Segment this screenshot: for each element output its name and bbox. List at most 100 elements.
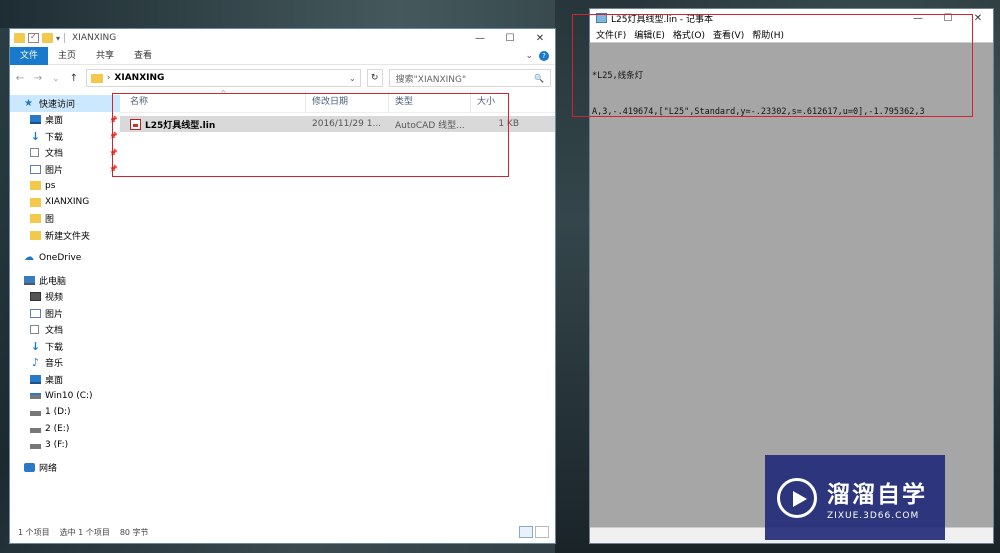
file-type: AutoCAD 线型... (395, 120, 465, 131)
customize-toolbar-icon[interactable]: ▾ (56, 34, 60, 43)
forward-arrow-icon[interactable]: → (32, 73, 44, 84)
large-icons-view-icon[interactable] (535, 526, 549, 538)
menu-format[interactable]: 格式(O) (669, 28, 709, 41)
column-type[interactable]: 类型 (389, 90, 471, 113)
expand-ribbon-icon[interactable]: ⌄ (525, 51, 533, 61)
video-icon (30, 292, 41, 302)
address-dropdown-icon[interactable]: ⌄ (349, 74, 356, 83)
recent-locations-icon[interactable]: ⌄ (50, 74, 62, 83)
menu-edit[interactable]: 编辑(E) (630, 28, 669, 41)
nav-quick-access[interactable]: ★ 快速访问 (10, 95, 120, 112)
nav-item-pc-pictures[interactable]: 图片 (10, 305, 120, 322)
nav-item-ps[interactable]: ps (10, 178, 120, 195)
notepad-text-area[interactable]: *L25,线条灯 A,3,-.419674,["L25",Standard,y=… (590, 43, 993, 145)
picture-icon (30, 164, 41, 174)
minimize-button[interactable]: — (465, 29, 495, 47)
watermark-badge: 溜溜自学 ZIXUE.3D66.COM (765, 455, 945, 540)
tab-home[interactable]: 主页 (48, 47, 86, 65)
column-size[interactable]: 大小 (471, 91, 521, 113)
window-title: XIANXING (72, 33, 117, 43)
pin-icon: 📌 (109, 132, 118, 141)
tab-share[interactable]: 共享 (86, 47, 124, 65)
menu-view[interactable]: 查看(V) (709, 28, 748, 41)
cloud-icon: ☁ (24, 252, 34, 264)
nav-item-drive-d[interactable]: 1 (D:) (10, 404, 120, 421)
minimize-button[interactable]: — (903, 9, 933, 27)
tab-view[interactable]: 查看 (124, 47, 162, 65)
nav-label: 文档 (45, 149, 64, 160)
nav-label: Win10 (C:) (45, 390, 93, 401)
nav-label: 2 (E:) (45, 423, 70, 434)
title-separator (64, 33, 66, 43)
close-button[interactable]: ✕ (525, 29, 555, 47)
folder-icon (30, 214, 41, 224)
nav-label: 文档 (45, 326, 64, 337)
file-list: ^ 名称 修改日期 类型 大小 L25灯具线型.lin 2016/11/29 1… (112, 89, 555, 521)
nav-label: 图片 (45, 165, 64, 176)
properties-icon[interactable] (28, 32, 39, 43)
column-name[interactable]: 名称 (120, 90, 306, 113)
nav-this-pc[interactable]: 此电脑 (10, 272, 120, 289)
nav-label: 网络 (39, 464, 58, 475)
nav-label: 桌面 (45, 116, 64, 127)
refresh-icon[interactable]: ↻ (366, 69, 383, 87)
new-folder-icon[interactable] (42, 33, 53, 43)
search-input[interactable]: 搜索"XIANXING" 🔍 (388, 69, 552, 87)
file-row[interactable]: L25灯具线型.lin 2016/11/29 1... AutoCAD 线型..… (120, 116, 555, 132)
maximize-button[interactable]: ☐ (495, 29, 525, 47)
nav-item-drive-e[interactable]: 2 (E:) (10, 421, 120, 438)
nav-item-pc-desktop[interactable]: 桌面 (10, 371, 120, 388)
nav-item-xianxing[interactable]: XIANXING (10, 194, 120, 211)
document-icon (30, 325, 39, 335)
nav-item-videos[interactable]: 视频 (10, 289, 120, 306)
nav-onedrive[interactable]: ☁ OneDrive (10, 250, 120, 267)
drive-icon (30, 427, 41, 433)
nav-item-drive-f[interactable]: 3 (F:) (10, 437, 120, 454)
nav-item-pictures[interactable]: 图片 📌 (10, 161, 120, 178)
nav-item-pc-documents[interactable]: 文档 (10, 322, 120, 339)
nav-item-new-folder[interactable]: 新建文件夹 (10, 227, 120, 244)
nav-label: 快速访问 (39, 99, 76, 110)
status-selected: 选中 1 个项目 (59, 527, 110, 537)
nav-item-documents[interactable]: 文档 📌 (10, 145, 120, 162)
nav-label: XIANXING (45, 197, 90, 208)
nav-item-drive-c[interactable]: Win10 (C:) (10, 388, 120, 405)
menu-help[interactable]: 帮助(H) (748, 28, 788, 41)
ribbon-tabs: 文件 主页 共享 查看 ⌄ ? (10, 46, 555, 65)
menu-file[interactable]: 文件(F) (592, 28, 630, 41)
help-icon[interactable]: ? (539, 50, 549, 61)
folder-icon (30, 181, 41, 191)
nav-label: 此电脑 (39, 276, 67, 287)
nav-item-tu[interactable]: 图 (10, 211, 120, 228)
column-date[interactable]: 修改日期 (306, 90, 389, 113)
maximize-button[interactable]: ☐ (933, 9, 963, 27)
nav-label: OneDrive (39, 252, 82, 263)
search-icon[interactable]: 🔍 (534, 74, 544, 83)
folder-icon (90, 73, 103, 83)
close-button[interactable]: ✕ (963, 9, 993, 27)
nav-network[interactable]: 网络 (10, 460, 120, 477)
nav-label: 图片 (45, 309, 64, 320)
text-line-1: *L25,线条灯 (592, 71, 644, 81)
notepad-icon (596, 13, 607, 23)
breadcrumb-current[interactable]: XIANXING (114, 73, 345, 83)
nav-item-pc-downloads[interactable]: ↓ 下载 (10, 338, 120, 355)
back-arrow-icon[interactable]: ← (14, 73, 26, 84)
details-view-icon[interactable] (519, 526, 533, 538)
nav-label: 图 (45, 215, 55, 226)
file-name: L25灯具线型.lin (145, 120, 216, 131)
nav-item-downloads[interactable]: ↓ 下载 📌 (10, 128, 120, 145)
navigation-pane: ★ 快速访问 桌面 📌 ↓ 下载 📌 文档 📌 图片 📌 ps XIANXING… (10, 91, 120, 521)
nav-item-desktop[interactable]: 桌面 📌 (10, 112, 120, 129)
network-icon (24, 463, 35, 473)
up-arrow-icon[interactable]: ↑ (68, 73, 80, 84)
search-placeholder: 搜索"XIANXING" (395, 74, 467, 85)
nav-item-music[interactable]: ♪ 音乐 (10, 355, 120, 372)
file-size: 1 KB (498, 119, 519, 129)
tab-file[interactable]: 文件 (10, 46, 49, 65)
download-icon: ↓ (30, 129, 41, 143)
breadcrumb-separator-icon[interactable]: › (107, 73, 111, 83)
address-bar[interactable]: › XIANXING ⌄ (85, 69, 361, 87)
lin-file-icon (130, 118, 141, 130)
sort-ascending-icon: ^ (220, 89, 227, 98)
